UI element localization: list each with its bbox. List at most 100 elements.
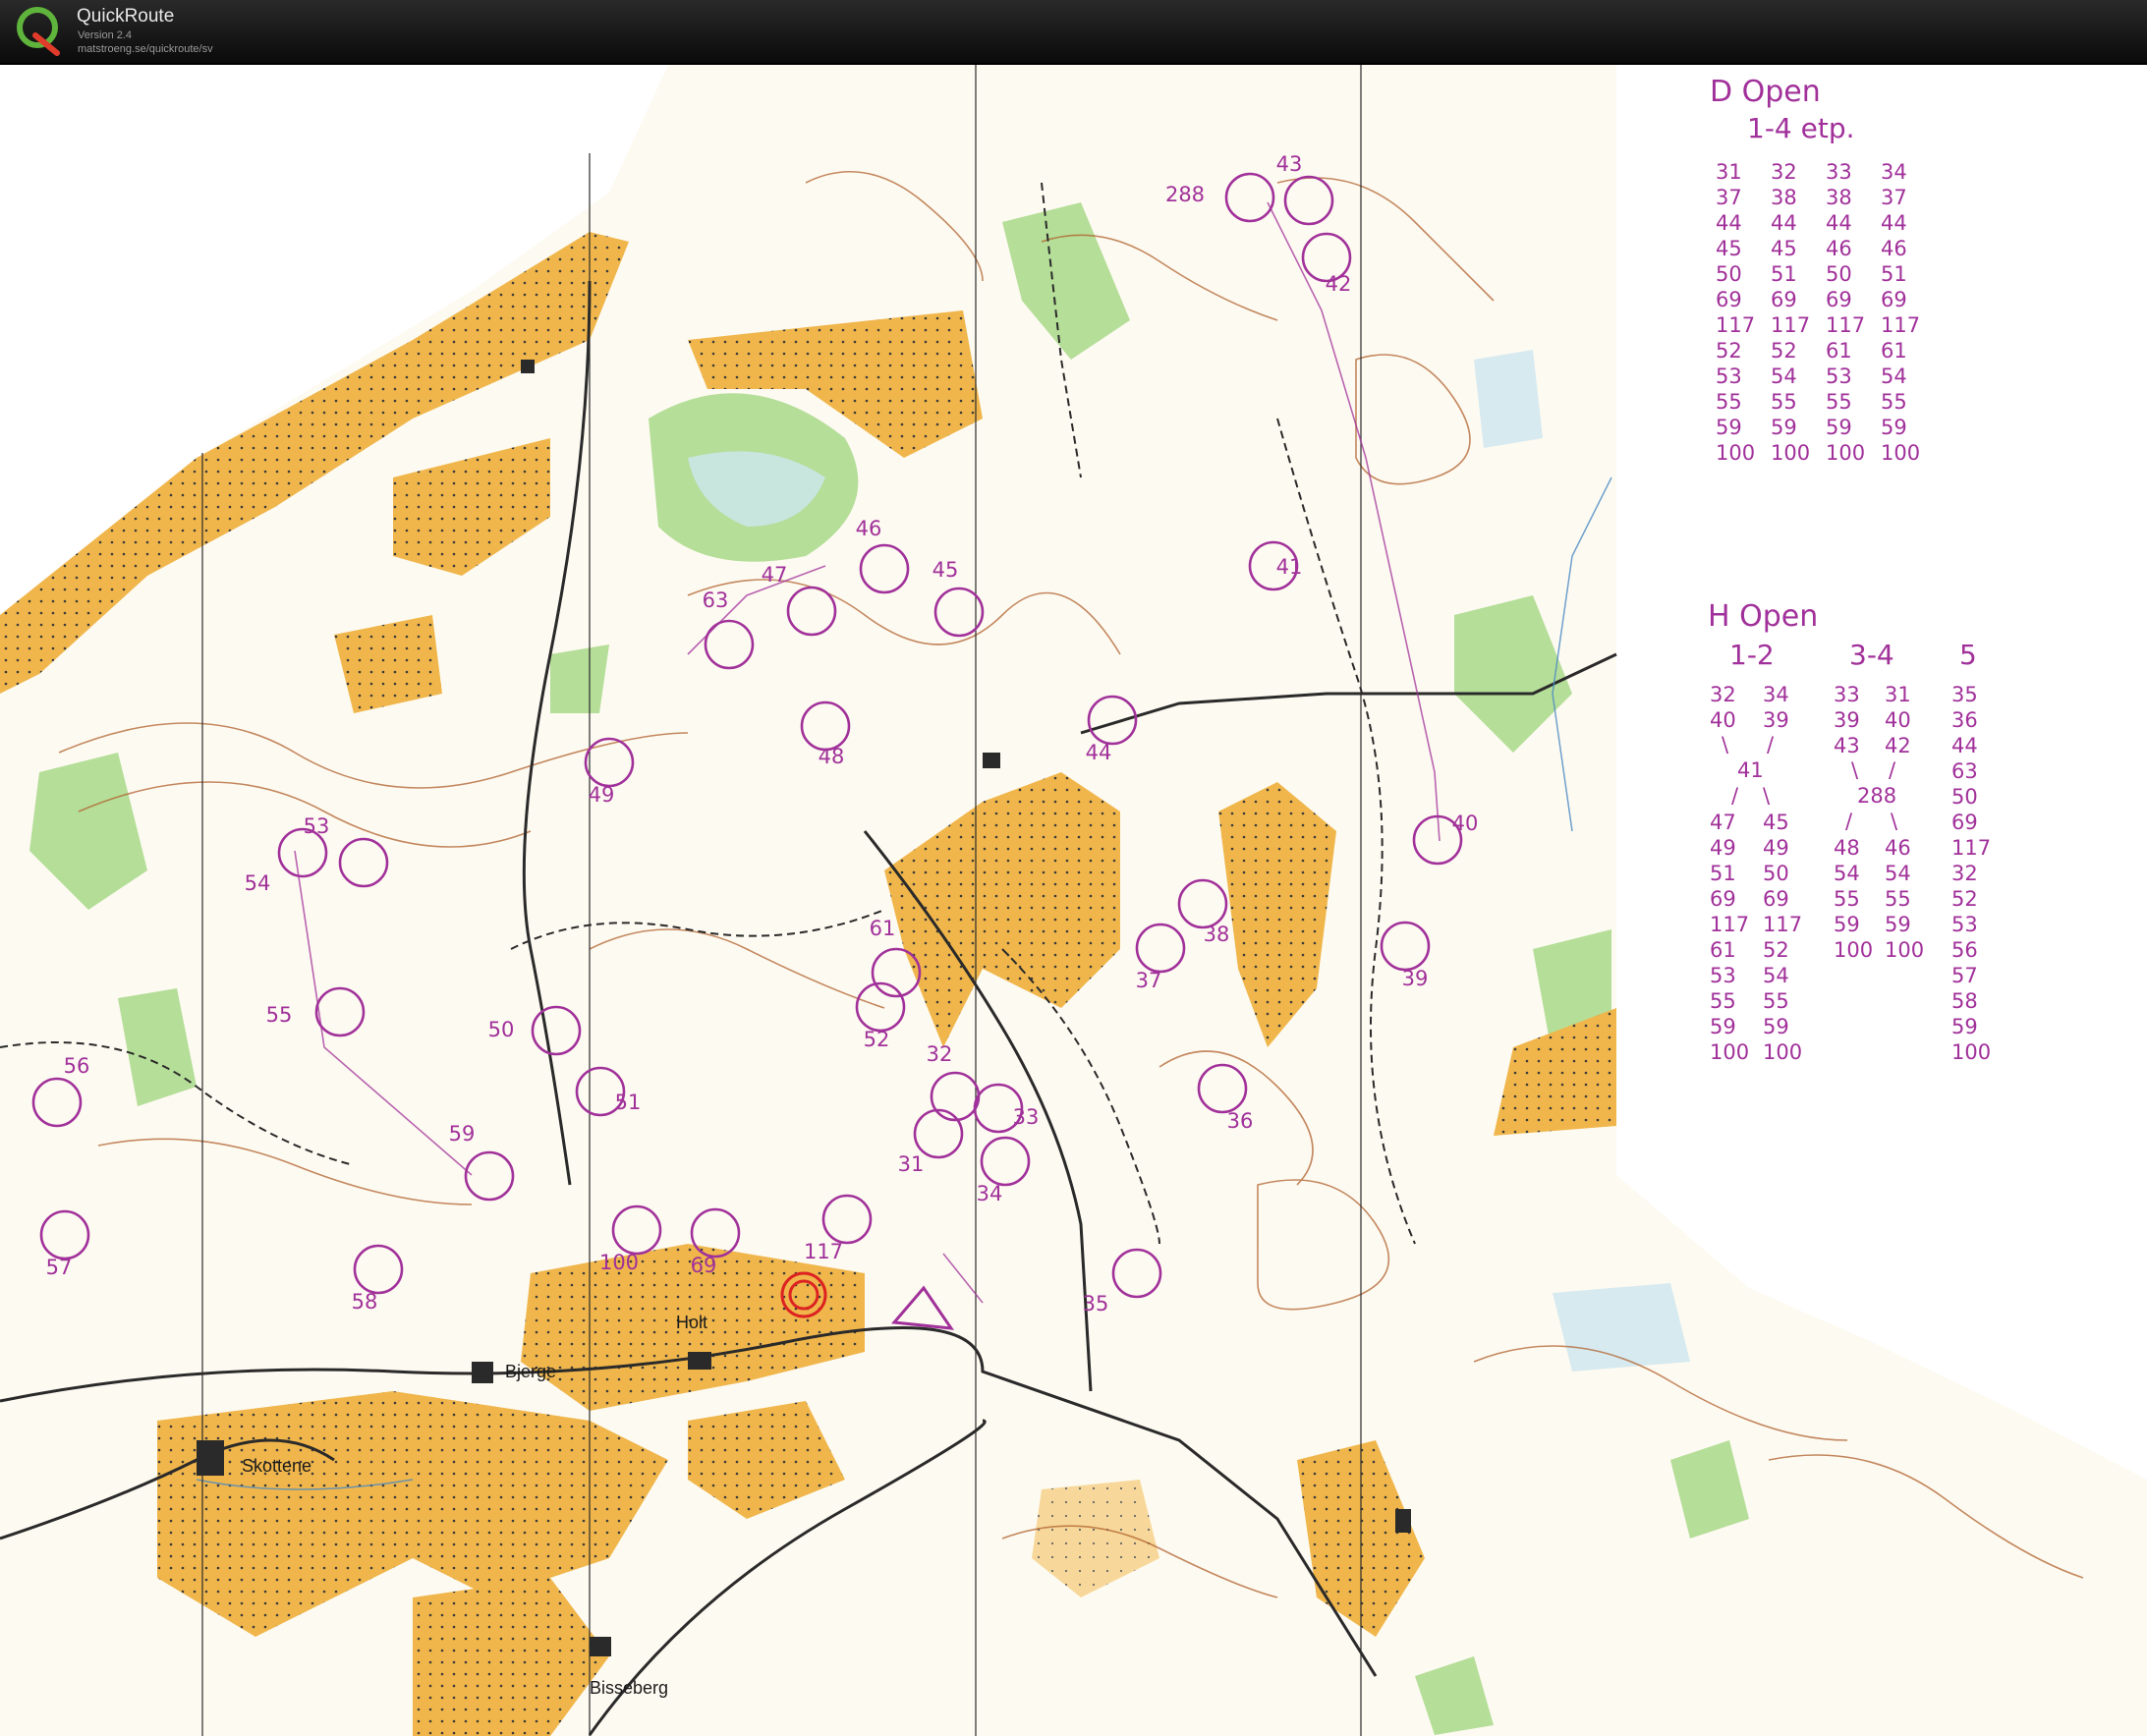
legend-entry: 59	[1763, 1015, 1789, 1038]
legend-h-12-col-b: 45 49 50 69 117 52 54 55 59 100	[1763, 810, 1802, 1065]
legend-entry: 55	[1834, 887, 1860, 911]
legend-entry: 51	[1771, 262, 1797, 286]
control-number: 69	[691, 1254, 717, 1277]
control-number: 37	[1136, 969, 1162, 992]
control-number: 35	[1083, 1292, 1109, 1316]
legend-entry: 54	[1885, 862, 1911, 885]
legend-d-col-2: 32 38 44 45 51 69 117 52 54 55 59 100	[1771, 159, 1810, 466]
control-number: 48	[819, 745, 845, 768]
control-number: 100	[599, 1251, 639, 1274]
legend-entry: 100	[1763, 1040, 1803, 1064]
control-number: 50	[488, 1018, 515, 1041]
legend-h-34-join-left: \	[1851, 758, 1859, 782]
legend-entry: 55	[1710, 989, 1736, 1013]
legend-entry: 42	[1885, 734, 1911, 757]
legend-entry: 55	[1826, 390, 1852, 414]
place-bisseberg: Bisseberg	[590, 1678, 668, 1698]
control-number: 40	[1452, 812, 1479, 835]
legend-entry: 59	[1826, 416, 1852, 439]
legend-entry: 54	[1771, 364, 1797, 388]
legend-entry: 69	[1826, 288, 1852, 311]
legend-entry: 61	[1826, 339, 1852, 363]
legend-entry: 49	[1710, 836, 1736, 860]
legend-entry: 45	[1771, 237, 1797, 260]
control-number: 56	[64, 1054, 90, 1078]
control-number: 52	[864, 1028, 890, 1051]
legend-entry: 52	[1716, 339, 1742, 363]
legend-entry: 59	[1716, 416, 1742, 439]
legend-h-34-top-a: 33 39 43	[1834, 682, 1860, 758]
legend-entry: 69	[1881, 288, 1907, 311]
legend-entry: 36	[1951, 708, 1978, 732]
control-number: 41	[1276, 555, 1303, 579]
control-number: 33	[1013, 1105, 1040, 1129]
legend-entry: 50	[1763, 862, 1789, 885]
legend-entry: 55	[1771, 390, 1797, 414]
legend-entry: 32	[1951, 862, 1978, 885]
legend-d-title: D Open	[1710, 75, 1821, 109]
legend-entry: 69	[1716, 288, 1742, 311]
legend-entry: 31	[1885, 683, 1911, 706]
legend-entry: 40	[1885, 708, 1911, 732]
place-bjerge: Bjerge	[505, 1362, 556, 1381]
legend-entry: 44	[1881, 211, 1907, 235]
app-title: QuickRoute	[77, 6, 175, 27]
legend-h-12-split-left: /	[1731, 784, 1739, 808]
legend-entry: 54	[1881, 364, 1907, 388]
legend-entry: 69	[1771, 288, 1797, 311]
legend-entry: 100	[1710, 1040, 1750, 1064]
legend-h-12-join-right: /	[1767, 733, 1775, 756]
control-number: 31	[898, 1152, 925, 1176]
legend-entry: 37	[1881, 186, 1907, 209]
legend-entry: 59	[1710, 1015, 1736, 1038]
orienteering-map[interactable]: 288 43 42 41 46 47 45 63 48 44 49 53 54 40 61 38 37 39 55 5…	[0, 65, 2147, 1736]
legend-entry: 52	[1763, 938, 1789, 962]
legend-entry: 52	[1771, 339, 1797, 363]
legend-entry: 45	[1716, 237, 1742, 260]
legend-entry: 69	[1710, 887, 1736, 911]
legend-entry: 54	[1763, 964, 1789, 987]
control-number: 32	[927, 1042, 953, 1066]
legend-entry: 39	[1763, 708, 1789, 732]
legend-entry: 32	[1710, 683, 1736, 706]
legend-entry: 40	[1710, 708, 1736, 732]
legend-h-group-5: 5	[1959, 639, 1977, 671]
legend-entry: 47	[1710, 811, 1736, 834]
legend-d-col-1: 31 37 44 45 50 69 117 52 53 55 59 100	[1716, 159, 1755, 466]
legend-entry: 117	[1716, 313, 1756, 337]
control-number: 39	[1402, 967, 1429, 990]
control-number: 51	[615, 1091, 642, 1114]
legend-d-open: D Open 1-4 etp. 31 37 44 45 50 69 117 52 53 55 59 1…	[1710, 75, 2005, 487]
legend-entry: 32	[1771, 160, 1797, 184]
legend-entry: 34	[1763, 683, 1789, 706]
legend-entry: 55	[1763, 989, 1789, 1013]
legend-entry: 39	[1834, 708, 1860, 732]
legend-entry: 33	[1826, 160, 1852, 184]
legend-entry: 35	[1951, 683, 1978, 706]
control-number: 49	[589, 783, 615, 807]
legend-h-group-1-2: 1-2	[1729, 639, 1775, 671]
legend-entry: 44	[1771, 211, 1797, 235]
legend-entry: 100	[1951, 1040, 1992, 1064]
legend-entry: 100	[1881, 441, 1921, 465]
control-number: 61	[870, 917, 896, 940]
legend-entry: 53	[1951, 913, 1978, 936]
legend-entry: 44	[1951, 734, 1978, 757]
legend-entry: 57	[1951, 964, 1978, 987]
legend-entry: 117	[1881, 313, 1921, 337]
legend-entry: 59	[1951, 1015, 1978, 1038]
legend-h-34-join-right: /	[1889, 758, 1896, 782]
control-number: 47	[762, 563, 788, 587]
control-number: 117	[804, 1240, 843, 1263]
legend-entry: 34	[1881, 160, 1907, 184]
legend-h-34-split-left: /	[1845, 810, 1853, 833]
control-number: 38	[1204, 923, 1230, 946]
legend-h-34-col-b: 46 54 55 59 100	[1885, 835, 1924, 963]
legend-h-5-col: 35 36 44 63 50 69 117 32 52 53 56 57 58 59 100	[1951, 682, 1991, 1065]
place-skottene: Skottene	[242, 1456, 311, 1476]
legend-h-title: H Open	[1708, 599, 1819, 634]
control-number: 57	[46, 1256, 73, 1279]
legend-h-12-top-b: 34 39	[1763, 682, 1789, 733]
legend-h-34-top-b: 31 40 42	[1885, 682, 1911, 758]
legend-entry: 50	[1951, 785, 1978, 809]
